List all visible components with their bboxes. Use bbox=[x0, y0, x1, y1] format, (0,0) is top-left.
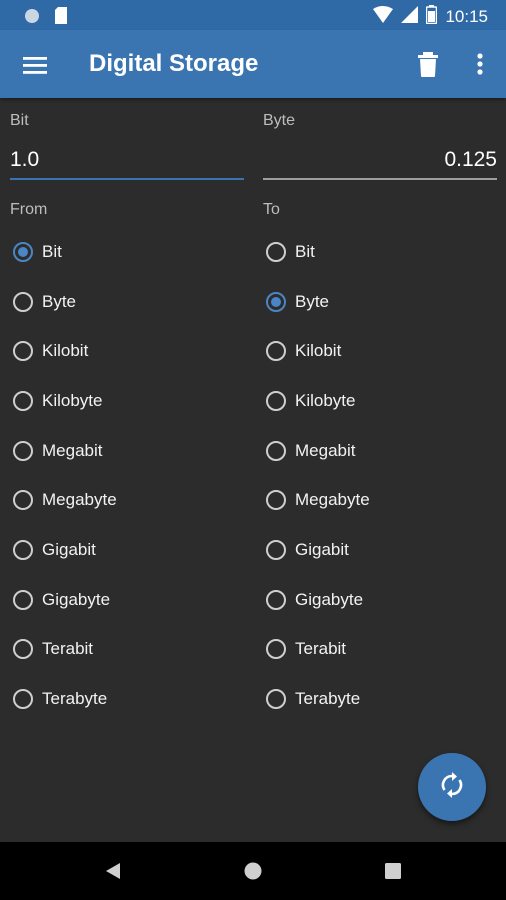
radio-label: Bit bbox=[42, 241, 62, 261]
radio-button-icon[interactable] bbox=[266, 639, 286, 660]
recents-icon bbox=[382, 863, 404, 886]
from-radio-item[interactable]: Bit bbox=[10, 227, 250, 277]
menu-icon bbox=[20, 57, 50, 84]
radio-button-icon[interactable] bbox=[266, 539, 286, 560]
more-vert-icon bbox=[470, 53, 490, 83]
to-radio-item[interactable]: Bit bbox=[263, 227, 503, 277]
radio-button-icon[interactable] bbox=[266, 689, 286, 710]
radio-button-icon[interactable] bbox=[266, 291, 286, 312]
radio-label: Megabit bbox=[42, 440, 103, 460]
radio-button-icon[interactable] bbox=[13, 539, 33, 560]
radio-button-icon[interactable] bbox=[13, 341, 33, 362]
radio-button-icon[interactable] bbox=[13, 291, 33, 312]
trash-icon bbox=[414, 52, 442, 83]
sd-card-icon bbox=[54, 7, 68, 29]
to-unit-label: Byte bbox=[263, 112, 296, 129]
signal-icon bbox=[401, 6, 419, 28]
radio-button-icon[interactable] bbox=[266, 390, 286, 411]
from-value-input[interactable] bbox=[10, 142, 244, 180]
radio-label: Kilobit bbox=[42, 341, 89, 361]
from-radio-item[interactable]: Kilobyte bbox=[10, 376, 250, 426]
radio-label: Terabyte bbox=[295, 689, 361, 709]
radio-label: Kilobyte bbox=[295, 390, 356, 410]
app-bar: Digital Storage bbox=[0, 30, 506, 98]
radio-button-icon[interactable] bbox=[266, 241, 286, 262]
from-unit-radio-group: Bit Byte Kilobit Kilobyte Megabit Megaby… bbox=[10, 227, 250, 724]
radio-button-icon[interactable] bbox=[13, 440, 33, 461]
radio-label: Megabyte bbox=[295, 490, 370, 510]
radio-label: Byte bbox=[295, 291, 330, 311]
from-radio-item[interactable]: Gigabyte bbox=[10, 575, 250, 625]
back-button[interactable] bbox=[102, 860, 124, 882]
radio-label: Byte bbox=[42, 291, 77, 311]
radio-button-icon[interactable] bbox=[13, 390, 33, 411]
radio-label: Kilobit bbox=[295, 341, 342, 361]
from-radio-item[interactable]: Terabyte bbox=[10, 674, 250, 724]
radio-button-icon[interactable] bbox=[13, 589, 33, 610]
to-radio-item[interactable]: Gigabit bbox=[263, 525, 503, 575]
radio-label: Megabit bbox=[295, 440, 356, 460]
wifi-icon bbox=[373, 6, 394, 28]
from-unit-label: Bit bbox=[10, 112, 29, 129]
home-icon bbox=[242, 862, 264, 886]
delete-button[interactable] bbox=[414, 49, 442, 79]
swap-units-button[interactable] bbox=[418, 753, 486, 821]
radio-label: Gigabyte bbox=[295, 589, 364, 609]
back-icon bbox=[102, 863, 124, 886]
menu-button[interactable] bbox=[20, 50, 50, 80]
radio-button-icon[interactable] bbox=[13, 639, 33, 660]
swap-icon bbox=[439, 771, 465, 803]
to-radio-item[interactable]: Gigabyte bbox=[263, 575, 503, 625]
system-nav-bar bbox=[0, 842, 506, 900]
radio-label: Gigabyte bbox=[42, 589, 111, 609]
to-radio-item[interactable]: Terabit bbox=[263, 625, 503, 675]
radio-label: Bit bbox=[295, 241, 315, 261]
status-time: 10:15 bbox=[445, 7, 488, 26]
from-radio-item[interactable]: Byte bbox=[10, 277, 250, 327]
more-options-button[interactable] bbox=[470, 49, 490, 79]
status-bar: 10:15 bbox=[0, 0, 506, 30]
from-radio-item[interactable]: Megabyte bbox=[10, 475, 250, 525]
recents-button[interactable] bbox=[382, 860, 404, 882]
from-radio-item[interactable]: Megabit bbox=[10, 426, 250, 476]
radio-label: Gigabit bbox=[42, 539, 96, 559]
to-radio-item[interactable]: Megabyte bbox=[263, 475, 503, 525]
to-group-label: To bbox=[263, 201, 280, 218]
to-radio-item[interactable]: Terabyte bbox=[263, 674, 503, 724]
radio-label: Gigabit bbox=[295, 539, 349, 559]
radio-label: Megabyte bbox=[42, 490, 117, 510]
radio-button-icon[interactable] bbox=[13, 241, 33, 262]
notification-dot-icon bbox=[24, 8, 40, 29]
radio-button-icon[interactable] bbox=[266, 490, 286, 511]
to-radio-item[interactable]: Kilobit bbox=[263, 326, 503, 376]
to-radio-item[interactable]: Byte bbox=[263, 277, 503, 327]
to-unit-radio-group: Bit Byte Kilobit Kilobyte Megabit Megaby… bbox=[263, 227, 503, 724]
from-radio-item[interactable]: Gigabit bbox=[10, 525, 250, 575]
to-radio-item[interactable]: Kilobyte bbox=[263, 376, 503, 426]
page-title: Digital Storage bbox=[89, 50, 259, 77]
battery-icon bbox=[426, 5, 438, 29]
radio-label: Kilobyte bbox=[42, 390, 103, 410]
home-button[interactable] bbox=[242, 860, 264, 882]
radio-button-icon[interactable] bbox=[13, 490, 33, 511]
from-radio-item[interactable]: Terabit bbox=[10, 625, 250, 675]
from-radio-item[interactable]: Kilobit bbox=[10, 326, 250, 376]
radio-label: Terabit bbox=[42, 639, 94, 659]
radio-button-icon[interactable] bbox=[13, 689, 33, 710]
radio-label: Terabit bbox=[295, 639, 347, 659]
radio-label: Terabyte bbox=[42, 689, 108, 709]
from-group-label: From bbox=[10, 201, 48, 218]
to-radio-item[interactable]: Megabit bbox=[263, 426, 503, 476]
radio-button-icon[interactable] bbox=[266, 341, 286, 362]
radio-button-icon[interactable] bbox=[266, 589, 286, 610]
radio-button-icon[interactable] bbox=[266, 440, 286, 461]
to-value-input[interactable] bbox=[263, 142, 497, 180]
